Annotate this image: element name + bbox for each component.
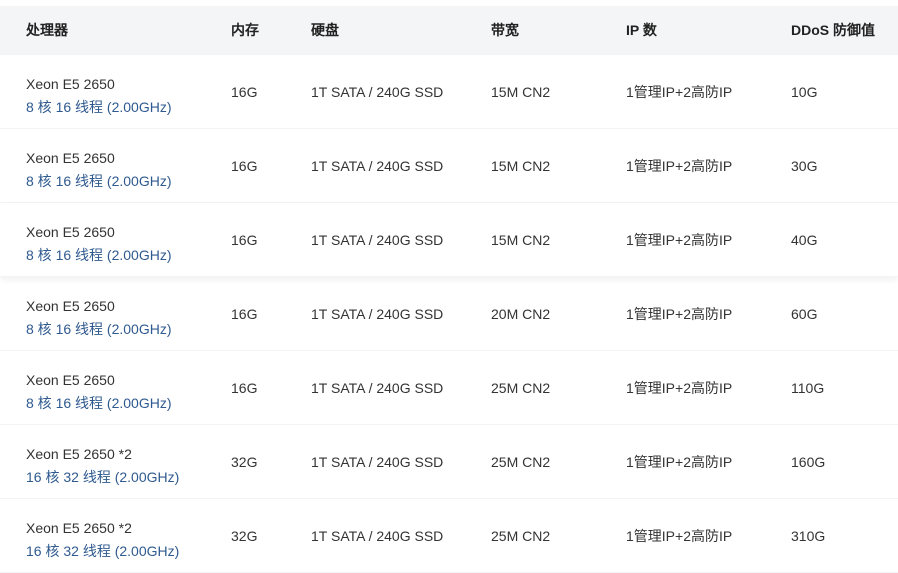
bandwidth-cell: 15M CN2 [491,84,551,100]
ddos-cell: 310G [791,528,826,544]
bandwidth-cell: 25M CN2 [491,454,551,470]
cpu-model: Xeon E5 2650 [26,298,115,314]
ddos-cell: 110G [791,380,825,396]
ip-cell: 1管理IP+2高防IP [626,232,733,248]
cpu-detail: 16 核 32 线程 (2.00GHz) [26,543,180,559]
cpu-cell: Xeon E5 2650 *2 16 核 32 线程 (2.00GHz) [26,443,179,489]
table-row: Xeon E5 2650 8 核 16 线程 (2.00GHz) 16G 1T … [0,55,898,129]
cpu-model: Xeon E5 2650 *2 [26,520,132,536]
cpu-model: Xeon E5 2650 [26,150,115,166]
bandwidth-cell: 20M CN2 [491,306,551,322]
table-row: Xeon E5 2650 *2 16 核 32 线程 (2.00GHz) 32G… [0,499,898,573]
ip-cell: 1管理IP+2高防IP [626,306,733,322]
cpu-detail: 8 核 16 线程 (2.00GHz) [26,247,172,263]
column-header-ddos: DDoS 防御值 [791,22,875,38]
column-header-bandwidth: 带宽 [491,22,519,38]
table-row: Xeon E5 2650 8 核 16 线程 (2.00GHz) 16G 1T … [0,129,898,203]
cpu-model: Xeon E5 2650 [26,224,115,240]
table-row: Xeon E5 2650 *2 16 核 32 线程 (2.00GHz) 32G… [0,425,898,499]
ddos-cell: 60G [791,306,818,322]
disk-cell: 1T SATA / 240G SSD [311,380,444,396]
disk-cell: 1T SATA / 240G SSD [311,454,444,470]
ip-cell: 1管理IP+2高防IP [626,528,733,544]
cpu-detail: 16 核 32 线程 (2.00GHz) [26,469,180,485]
ddos-cell: 160G [791,454,826,470]
ip-cell: 1管理IP+2高防IP [626,380,733,396]
disk-cell: 1T SATA / 240G SSD [311,528,444,544]
server-pricing-table: 处理器 内存 硬盘 带宽 IP 数 DDoS 防御值 Xeon E5 2650 … [0,6,898,573]
table-row: Xeon E5 2650 8 核 16 线程 (2.00GHz) 16G 1T … [0,203,898,277]
ip-cell: 1管理IP+2高防IP [626,454,733,470]
cpu-cell: Xeon E5 2650 8 核 16 线程 (2.00GHz) [26,73,172,119]
bandwidth-cell: 25M CN2 [491,380,551,396]
disk-cell: 1T SATA / 240G SSD [311,84,444,100]
column-header-ip: IP 数 [626,22,657,38]
cpu-detail: 8 核 16 线程 (2.00GHz) [26,99,172,115]
ddos-cell: 10G [791,84,818,100]
bandwidth-cell: 25M CN2 [491,528,551,544]
ip-cell: 1管理IP+2高防IP [626,158,733,174]
disk-cell: 1T SATA / 240G SSD [311,306,444,322]
bandwidth-cell: 15M CN2 [491,232,551,248]
column-header-cpu: 处理器 [26,22,68,38]
memory-cell: 16G [231,380,258,396]
cpu-model: Xeon E5 2650 *2 [26,446,132,462]
column-header-disk: 硬盘 [311,22,339,38]
disk-cell: 1T SATA / 240G SSD [311,232,444,248]
memory-cell: 16G [231,306,258,322]
ip-cell: 1管理IP+2高防IP [626,84,733,100]
cpu-cell: Xeon E5 2650 8 核 16 线程 (2.00GHz) [26,221,172,267]
cpu-detail: 8 核 16 线程 (2.00GHz) [26,321,172,337]
memory-cell: 16G [231,232,258,248]
ddos-cell: 40G [791,232,818,248]
cpu-model: Xeon E5 2650 [26,372,115,388]
table-row: Xeon E5 2650 8 核 16 线程 (2.00GHz) 16G 1T … [0,351,898,425]
table-row: Xeon E5 2650 8 核 16 线程 (2.00GHz) 16G 1T … [0,277,898,351]
ddos-cell: 30G [791,158,818,174]
memory-cell: 16G [231,158,258,174]
cpu-cell: Xeon E5 2650 8 核 16 线程 (2.00GHz) [26,147,172,193]
memory-cell: 32G [231,528,258,544]
memory-cell: 32G [231,454,258,470]
cpu-detail: 8 核 16 线程 (2.00GHz) [26,395,172,411]
cpu-cell: Xeon E5 2650 8 核 16 线程 (2.00GHz) [26,369,172,415]
cpu-cell: Xeon E5 2650 *2 16 核 32 线程 (2.00GHz) [26,517,179,563]
bandwidth-cell: 15M CN2 [491,158,551,174]
disk-cell: 1T SATA / 240G SSD [311,158,444,174]
cpu-detail: 8 核 16 线程 (2.00GHz) [26,173,172,189]
table-header: 处理器 内存 硬盘 带宽 IP 数 DDoS 防御值 [0,6,898,55]
column-header-memory: 内存 [231,22,259,38]
memory-cell: 16G [231,84,258,100]
cpu-cell: Xeon E5 2650 8 核 16 线程 (2.00GHz) [26,295,172,341]
cpu-model: Xeon E5 2650 [26,76,115,92]
